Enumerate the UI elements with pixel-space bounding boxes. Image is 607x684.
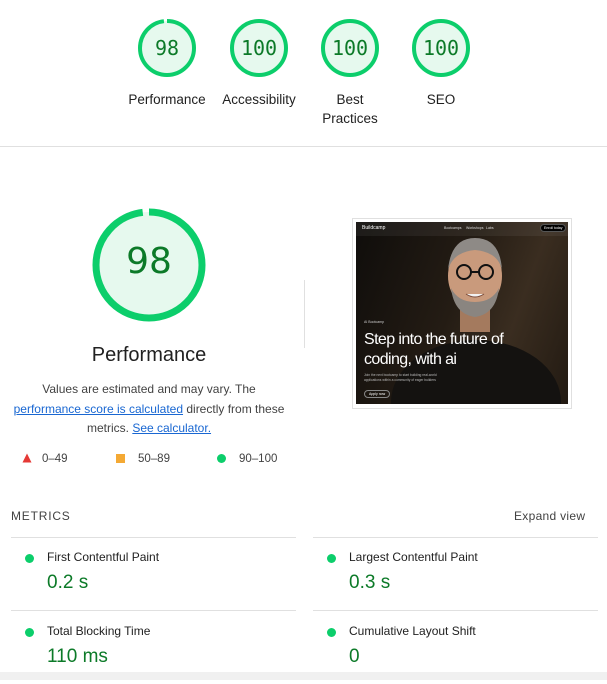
desc-text: Values are estimated and may vary. The <box>42 382 256 396</box>
metric-name: Largest Contentful Paint <box>349 550 478 564</box>
gauge-score: 98 <box>154 36 180 60</box>
metric-fcp: First Contentful Paint 0.2 s <box>11 538 296 610</box>
gauge-best-practices[interactable]: 100 Best Practices <box>305 18 395 128</box>
gauge-label: Performance <box>128 92 206 107</box>
circle-icon <box>217 454 226 463</box>
screenshot-subtext: Join the next bootcamp to start building… <box>364 373 437 382</box>
screenshot-page: Buildcamp Bootcamps Workshops Labs Enrol… <box>356 222 568 404</box>
column-divider <box>304 280 305 348</box>
expand-view-toggle[interactable]: Expand view <box>514 509 585 523</box>
metric-name: First Contentful Paint <box>47 550 160 564</box>
pass-circle-icon <box>327 554 336 563</box>
divider <box>11 610 296 611</box>
triangle-icon <box>22 453 32 463</box>
bottom-scroll-region <box>0 672 607 680</box>
legend-average: 50–89 <box>116 453 170 465</box>
final-screenshot[interactable]: Buildcamp Bootcamps Workshops Labs Enrol… <box>352 218 572 409</box>
legend-range: 50–89 <box>138 453 170 465</box>
divider <box>313 610 598 611</box>
score-calculated-link[interactable]: performance score is calculated <box>14 402 183 416</box>
legend-pass: 90–100 <box>217 453 277 465</box>
legend-fail: 0–49 <box>22 453 68 465</box>
gauge-ring: 98 <box>137 18 197 78</box>
gauge-ring: 100 <box>411 18 471 78</box>
summary-section: 98 Performance 100 Accessibility 100 Bes… <box>0 0 607 147</box>
gauge-performance[interactable]: 98 Performance <box>122 18 212 109</box>
gauge-accessibility[interactable]: 100 Accessibility <box>214 18 304 109</box>
gauge-seo[interactable]: 100 SEO <box>396 18 486 109</box>
metric-name: Cumulative Layout Shift <box>349 624 476 638</box>
metric-name: Total Blocking Time <box>47 624 151 638</box>
gauge-ring: 100 <box>320 18 380 78</box>
gauge-label: Best Practices <box>322 92 378 126</box>
screenshot-headline: Step into the future of coding, with ai <box>364 330 564 370</box>
metric-value: 0 <box>349 646 360 667</box>
square-icon <box>116 454 125 463</box>
gauge-label: Accessibility <box>222 92 296 107</box>
performance-gauge: 98 <box>91 207 207 323</box>
pass-circle-icon <box>25 628 34 637</box>
metrics-heading: METRICS <box>11 509 71 523</box>
performance-title: Performance <box>91 344 207 366</box>
metric-lcp: Largest Contentful Paint 0.3 s <box>313 538 598 610</box>
gauge-score: 100 <box>240 36 278 60</box>
performance-description: Values are estimated and may vary. The p… <box>10 380 288 439</box>
gauge-score: 100 <box>422 36 460 60</box>
see-calculator-link[interactable]: See calculator. <box>132 421 211 435</box>
pass-circle-icon <box>327 628 336 637</box>
performance-score: 98 <box>126 241 172 282</box>
metric-value: 0.3 s <box>349 572 391 593</box>
legend-range: 90–100 <box>239 453 278 465</box>
metric-value: 0.2 s <box>47 572 89 593</box>
headline-line: coding, with ai <box>364 351 457 368</box>
pass-circle-icon <box>25 554 34 563</box>
gauge-label: SEO <box>426 92 456 107</box>
legend-range: 0–49 <box>42 453 68 465</box>
headline-line: Step into the future of <box>364 331 504 348</box>
gauge-ring: 100 <box>229 18 289 78</box>
metric-value: 110 ms <box>47 646 108 667</box>
gauge-score: 100 <box>331 36 369 60</box>
screenshot-apply-button: Apply now <box>364 390 391 398</box>
screenshot-eyebrow: AI Bootcamp <box>364 320 385 324</box>
